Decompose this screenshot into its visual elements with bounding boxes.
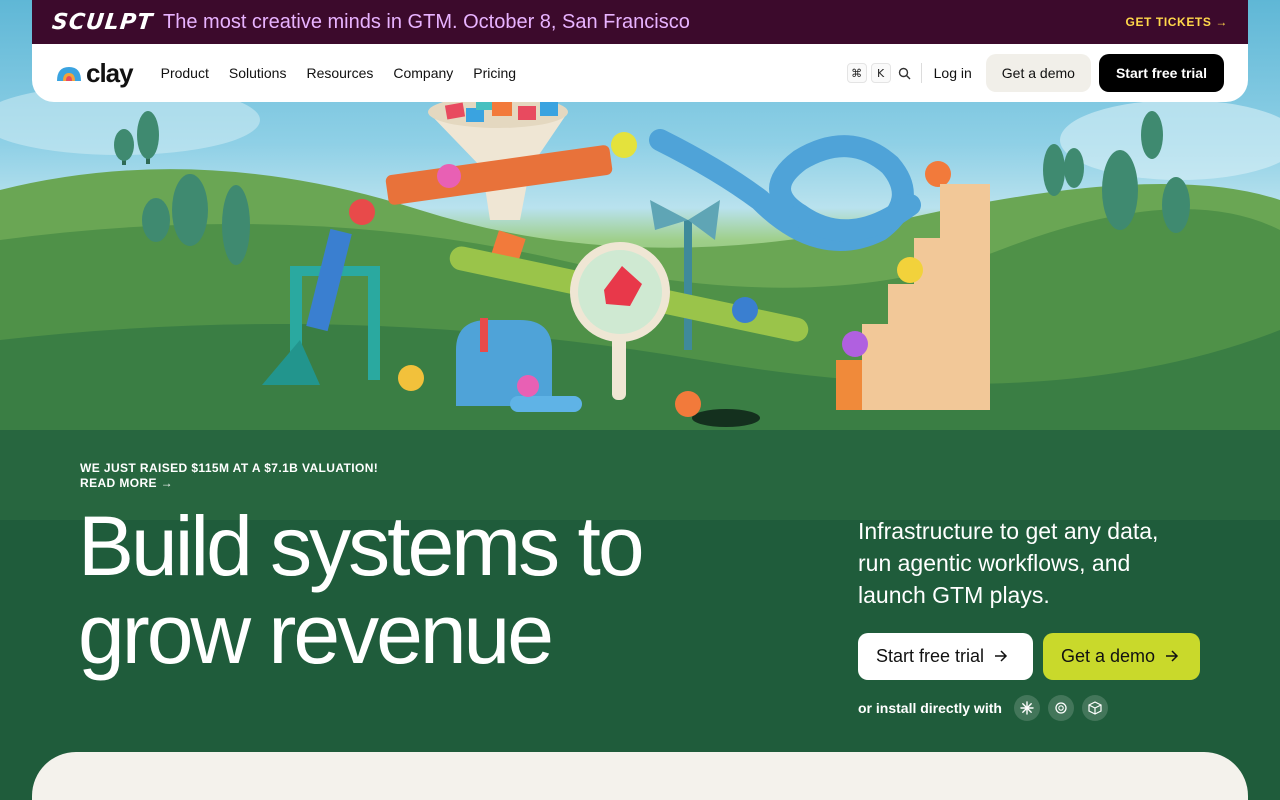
get-demo-button[interactable]: Get a demo bbox=[985, 54, 1091, 92]
install-text: or install directly with bbox=[858, 700, 1002, 716]
funding-text: WE JUST RAISED $115M AT A $7.1B VALUATIO… bbox=[80, 461, 379, 475]
funding-announcement: WE JUST RAISED $115M AT A $7.1B VALUATIO… bbox=[80, 461, 378, 491]
hero-get-demo-label: Get a demo bbox=[1061, 646, 1156, 666]
hero-get-demo-button[interactable]: Get a demo bbox=[1043, 633, 1200, 680]
search-icon[interactable] bbox=[895, 63, 915, 83]
hero-subheading: Infrastructure to get any data, run agen… bbox=[858, 518, 1159, 608]
nav-item-pricing[interactable]: Pricing bbox=[473, 65, 516, 81]
nav-actions: ⌘ K Log in Get a demo Start free trial bbox=[846, 54, 1224, 92]
get-tickets-link[interactable]: GET TICKETS → bbox=[1126, 15, 1228, 29]
hero-start-trial-button[interactable]: Start free trial bbox=[858, 633, 1033, 680]
main-menu: Product Solutions Resources Company Pric… bbox=[161, 65, 516, 81]
clay-logo[interactable]: clay bbox=[56, 57, 134, 89]
openai-icon[interactable] bbox=[1047, 695, 1074, 721]
nav-item-resources[interactable]: Resources bbox=[306, 65, 373, 81]
hero-headline: Build systems to grow revenue bbox=[78, 502, 778, 678]
top-navigation: clay Product Solutions Resources Company… bbox=[32, 44, 1248, 102]
install-integrations: or install directly with bbox=[858, 695, 1108, 721]
claude-icon[interactable] bbox=[1013, 695, 1040, 721]
arrow-right-icon bbox=[1165, 646, 1179, 667]
nav-divider bbox=[920, 63, 922, 83]
command-key-hint: ⌘ bbox=[846, 63, 867, 83]
cube-icon[interactable] bbox=[1081, 695, 1108, 721]
nav-item-product[interactable]: Product bbox=[161, 65, 209, 81]
nav-item-solutions[interactable]: Solutions bbox=[229, 65, 287, 81]
hero-cta-row: Start free trial Get a demo bbox=[858, 633, 1200, 680]
clay-logo-icon bbox=[56, 64, 82, 82]
announcement-bar[interactable]: SCULPT The most creative minds in GTM. O… bbox=[32, 0, 1248, 44]
announcement-text: The most creative minds in GTM. October … bbox=[163, 10, 690, 33]
read-more-link[interactable]: READ MORE → bbox=[80, 476, 378, 491]
login-link[interactable]: Log in bbox=[934, 65, 972, 81]
headline-line-2: grow revenue bbox=[78, 587, 554, 681]
sculpt-logo: SCULPT bbox=[50, 9, 155, 35]
headline-line-1: Build systems to bbox=[78, 499, 645, 593]
start-trial-button[interactable]: Start free trial bbox=[1098, 54, 1224, 92]
hero-start-trial-label: Start free trial bbox=[876, 646, 985, 666]
k-key-hint: K bbox=[870, 63, 891, 83]
content-card bbox=[32, 752, 1248, 800]
nav-item-company[interactable]: Company bbox=[393, 65, 453, 81]
brand-name: clay bbox=[86, 57, 134, 88]
arrow-right-icon bbox=[994, 646, 1008, 667]
